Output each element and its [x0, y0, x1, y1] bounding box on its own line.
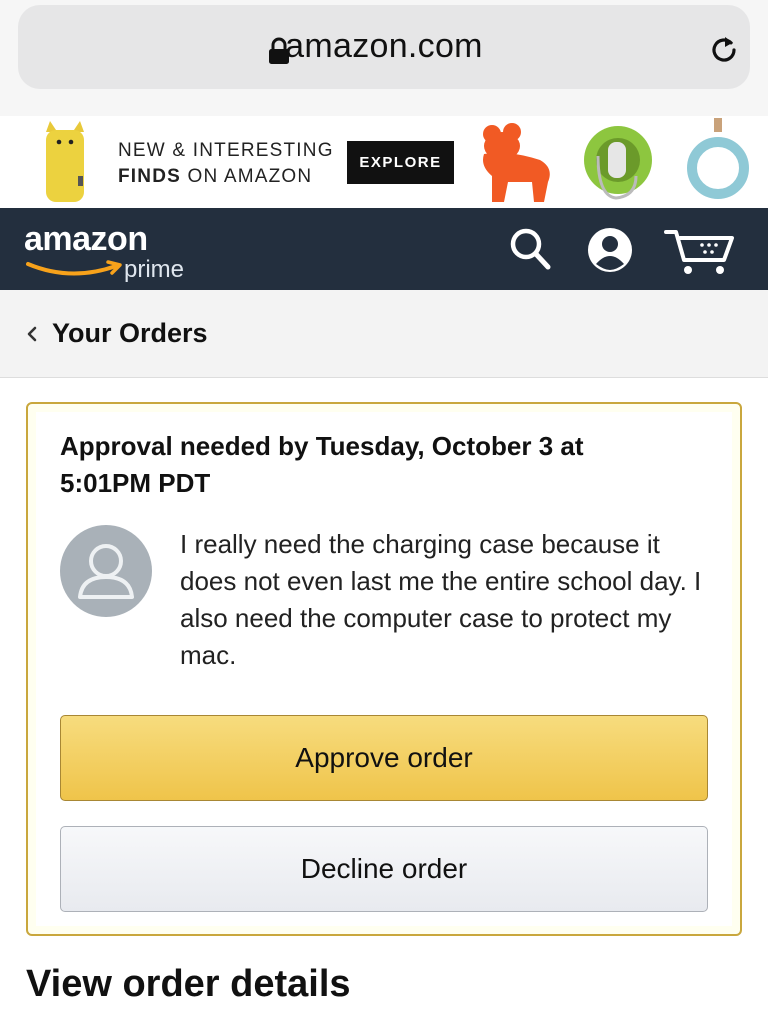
promo-line-2b: ON AMAZON — [187, 166, 313, 187]
prime-label: prime — [124, 256, 185, 283]
approval-deadline: Approval needed by Tuesday, October 3 at… — [60, 431, 584, 498]
hook-product-image — [584, 126, 652, 200]
cart-icon[interactable] — [664, 226, 736, 278]
browser-bar: amazon.com — [0, 0, 768, 116]
account-icon[interactable] — [586, 226, 634, 274]
ring-product-image — [687, 118, 749, 199]
amazon-logo[interactable]: amazon — [24, 220, 148, 259]
promo-line-1: NEW & INTERESTING — [118, 140, 334, 161]
promo-text: NEW & INTERESTING FINDS ON AMAZON — [118, 138, 334, 190]
chevron-left-icon[interactable] — [24, 326, 40, 342]
url-host: amazon.com — [285, 27, 483, 65]
requester-message: I really need the charging case because … — [180, 529, 702, 670]
view-order-details-heading[interactable]: View order details — [26, 963, 351, 1006]
decline-order-button[interactable]: Decline order — [60, 826, 708, 912]
back-link-your-orders[interactable]: Your Orders — [52, 318, 208, 349]
reload-icon[interactable] — [708, 33, 742, 67]
user-placeholder-icon — [78, 544, 134, 599]
dog-chair-product-image — [483, 123, 550, 202]
address-bar[interactable]: amazon.com — [18, 5, 750, 89]
search-icon[interactable] — [508, 226, 552, 272]
explore-button[interactable]: EXPLORE — [347, 141, 454, 184]
promo-line-2a: FINDS — [118, 166, 181, 187]
logo-smile-icon — [26, 260, 122, 276]
approve-order-button[interactable]: Approve order — [60, 715, 708, 801]
promo-banner[interactable]: NEW & INTERESTING FINDS ON AMAZON EXPLOR… — [0, 116, 768, 208]
site-header: amazon prime — [0, 208, 768, 290]
avatar — [60, 525, 152, 617]
speaker-product-image — [46, 121, 84, 202]
